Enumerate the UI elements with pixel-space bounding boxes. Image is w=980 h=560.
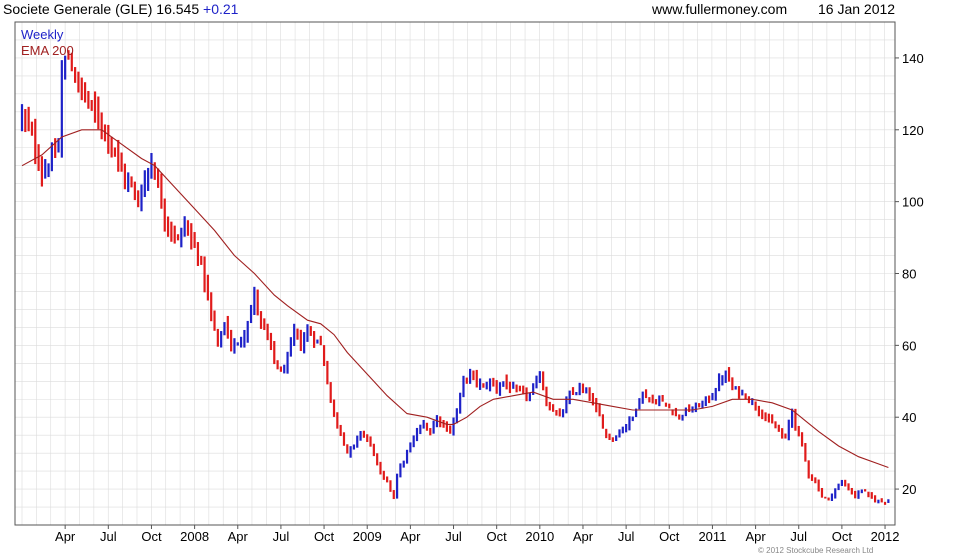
x-tick-label: Apr — [228, 529, 249, 544]
x-tick-label: Apr — [55, 529, 76, 544]
x-tick-label: Jul — [790, 529, 807, 544]
x-tick-label: Oct — [832, 529, 853, 544]
price-chart: 20 40 60 80 100 120 140 Apr Jul Oct 2008 Apr Jul Oct… — [14, 21, 924, 544]
price-change: +0.21 — [203, 1, 239, 17]
x-tick-label: Apr — [573, 529, 594, 544]
y-tick-label: 40 — [902, 410, 916, 425]
x-tick-label: Oct — [487, 529, 508, 544]
y-tick-label: 140 — [902, 51, 924, 66]
x-tick-label: Jul — [445, 529, 462, 544]
chart-date: 16 Jan 2012 — [818, 1, 896, 17]
ticker-label: Societe Generale (GLE) 16.545 — [3, 1, 200, 17]
weekly-candles — [20, 50, 890, 505]
x-tick-label: Jul — [618, 529, 635, 544]
x-tick-label: 2010 — [525, 529, 554, 544]
x-tick-label: 2008 — [180, 529, 209, 544]
y-tick-label: 60 — [902, 338, 916, 353]
y-axis: 20 40 60 80 100 120 140 — [895, 51, 924, 497]
x-axis: Apr Jul Oct 2008 Apr Jul Oct 2009 Apr Jul Oct 2010 A… — [55, 525, 900, 544]
chart-grid — [15, 22, 895, 525]
x-tick-label: Apr — [745, 529, 766, 544]
x-tick-label: Oct — [314, 529, 335, 544]
x-tick-label: Oct — [141, 529, 162, 544]
x-tick-label: 2012 — [871, 529, 900, 544]
legend-weekly: Weekly — [21, 27, 64, 42]
x-tick-label: Jul — [273, 529, 290, 544]
source-site: www.fullermoney.com — [652, 1, 788, 17]
x-tick-label: 2011 — [698, 529, 726, 544]
legend-ema-200: EMA 200 — [21, 43, 74, 58]
y-tick-label: 120 — [902, 123, 924, 138]
y-tick-label: 100 — [902, 195, 924, 210]
x-tick-label: Jul — [100, 529, 117, 544]
y-tick-label: 80 — [902, 267, 916, 282]
x-tick-label: Apr — [400, 529, 421, 544]
ema-200-line — [21, 129, 889, 469]
copyright-notice: © 2012 Stockcube Research Ltd — [758, 546, 874, 555]
chart-title: Societe Generale (GLE) 16.545 +0.21 — [3, 1, 238, 17]
x-tick-label: Oct — [659, 529, 680, 544]
x-tick-label: 2009 — [353, 529, 382, 544]
y-tick-label: 20 — [902, 482, 916, 497]
